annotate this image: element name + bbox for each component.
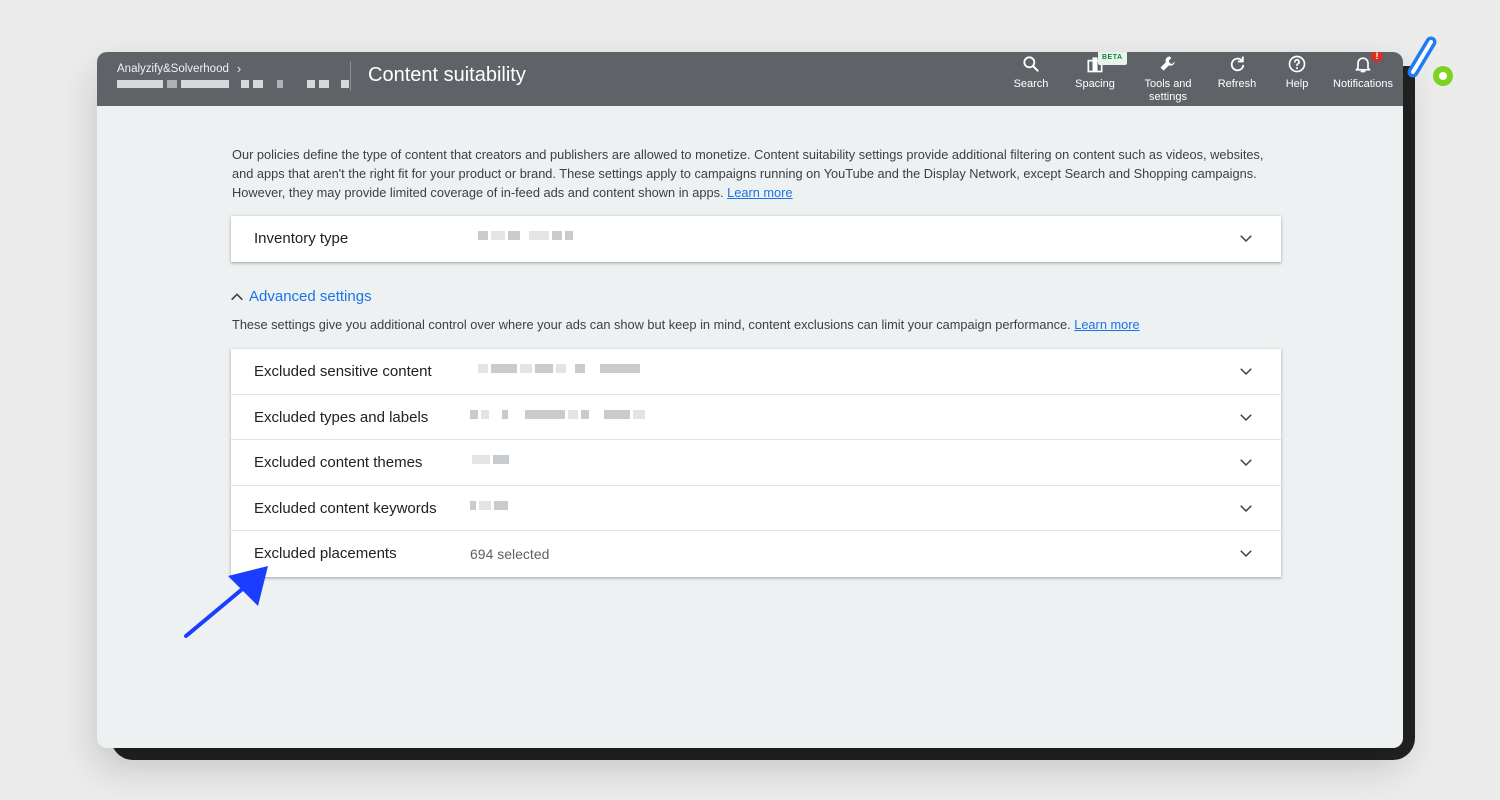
advanced-settings-label: Advanced settings bbox=[249, 288, 372, 305]
refresh-icon bbox=[1230, 56, 1245, 72]
excluded-types-and-labels-row[interactable]: Excluded types and labels bbox=[231, 395, 1281, 440]
help-button[interactable]: Help bbox=[1277, 52, 1317, 91]
account-name: Analyzify&Solverhood bbox=[117, 62, 229, 75]
tools-and-settings-label: Tools and settings bbox=[1144, 78, 1192, 103]
search-button[interactable]: Search bbox=[1004, 52, 1058, 91]
chevron-down-icon[interactable] bbox=[1237, 499, 1255, 517]
row-value-redacted bbox=[470, 409, 645, 419]
inventory-type-row[interactable]: Inventory type bbox=[231, 216, 1281, 262]
excluded-content-themes-row[interactable]: Excluded content themes bbox=[231, 440, 1281, 486]
excluded-placements-value: 694 selected bbox=[470, 546, 550, 562]
notifications-label: Notifications bbox=[1333, 78, 1393, 90]
chevron-up-icon bbox=[231, 292, 243, 300]
row-value-redacted bbox=[470, 500, 508, 510]
beta-badge: BETA bbox=[1098, 52, 1127, 65]
notifications-button[interactable]: Notifications ! bbox=[1327, 52, 1399, 91]
chevron-down-icon[interactable] bbox=[1237, 453, 1255, 471]
row-label: Excluded content keywords bbox=[254, 499, 437, 517]
app-window: Analyzify&Solverhood › Content suitabili… bbox=[97, 52, 1403, 748]
chevron-down-icon[interactable] bbox=[1237, 229, 1255, 247]
chevron-right-icon: › bbox=[236, 61, 242, 76]
excluded-sensitive-content-row[interactable]: Excluded sensitive content bbox=[231, 349, 1281, 395]
notification-badge: ! bbox=[1371, 52, 1383, 62]
row-label: Excluded content themes bbox=[254, 454, 423, 471]
row-value-redacted bbox=[478, 364, 640, 373]
advanced-settings-card: Excluded sensitive content Excluded type… bbox=[231, 349, 1281, 577]
excluded-content-keywords-row[interactable]: Excluded content keywords bbox=[231, 486, 1281, 531]
inventory-type-label: Inventory type bbox=[254, 230, 349, 247]
page-title: Content suitability bbox=[368, 64, 526, 86]
search-label: Search bbox=[1013, 78, 1049, 90]
intro-paragraph: Our policies define the type of content … bbox=[232, 145, 1282, 202]
help-label: Help bbox=[1285, 78, 1309, 90]
advanced-learn-more-link[interactable]: Learn more bbox=[1074, 317, 1139, 332]
row-value-redacted bbox=[472, 455, 509, 464]
advanced-settings-description: These settings give you additional contr… bbox=[232, 317, 1140, 332]
advanced-description-text: These settings give you additional contr… bbox=[232, 317, 1071, 332]
top-bar: Analyzify&Solverhood › Content suitabili… bbox=[97, 52, 1403, 106]
account-switcher[interactable]: Analyzify&Solverhood › bbox=[117, 61, 349, 88]
row-label: Excluded sensitive content bbox=[254, 363, 432, 380]
tools-and-settings-button[interactable]: Tools and settings bbox=[1135, 52, 1201, 104]
account-id-redacted bbox=[117, 80, 349, 88]
inventory-card: Inventory type bbox=[231, 216, 1281, 262]
excluded-placements-row[interactable]: Excluded placements 694 selected bbox=[231, 531, 1281, 577]
spacing-label: Spacing bbox=[1075, 78, 1115, 90]
bell-icon bbox=[1355, 57, 1371, 73]
help-icon bbox=[1288, 55, 1306, 73]
annotation-arrow-icon bbox=[184, 566, 268, 638]
row-label: Excluded types and labels bbox=[254, 408, 429, 426]
search-icon bbox=[1023, 56, 1039, 72]
row-label: Excluded placements bbox=[254, 545, 397, 562]
chevron-down-icon[interactable] bbox=[1237, 362, 1255, 380]
intro-learn-more-link[interactable]: Learn more bbox=[727, 185, 792, 200]
header-divider bbox=[350, 61, 351, 91]
brand-logo-icon bbox=[1407, 36, 1453, 86]
chevron-down-icon[interactable] bbox=[1237, 408, 1255, 426]
refresh-button[interactable]: Refresh bbox=[1211, 52, 1263, 91]
inventory-type-value-redacted bbox=[478, 231, 573, 240]
chevron-down-icon[interactable] bbox=[1237, 544, 1255, 562]
refresh-label: Refresh bbox=[1217, 78, 1257, 90]
spacing-button[interactable]: Spacing BETA bbox=[1067, 52, 1127, 91]
wrench-icon bbox=[1160, 56, 1175, 71]
advanced-settings-toggle[interactable]: Advanced settings bbox=[229, 288, 372, 305]
